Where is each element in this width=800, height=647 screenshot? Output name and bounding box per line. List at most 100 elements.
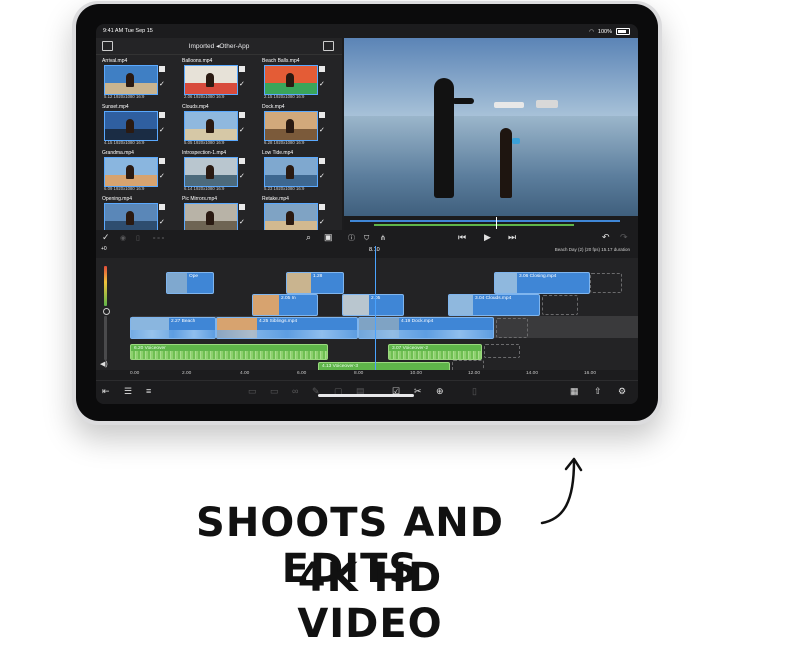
link-icon[interactable]: ∞ — [292, 387, 298, 396]
clip-thumbnail — [184, 111, 238, 141]
audio-meter-right — [104, 316, 107, 360]
time-tick: 4.00 — [240, 371, 250, 376]
clip-label: 2.05 In — [281, 296, 296, 301]
playhead[interactable] — [375, 246, 376, 370]
play-icon[interactable]: ▶ — [484, 233, 491, 242]
adult-arm — [452, 98, 474, 104]
redo-icon[interactable]: ↷ — [620, 233, 628, 242]
home-indicator — [318, 394, 414, 397]
clip-badge-icon — [319, 66, 325, 72]
time-tick: 6.00 — [297, 371, 307, 376]
clip-badge-icon — [159, 66, 165, 72]
import-stack-icon[interactable]: ▣ — [324, 233, 333, 242]
speaker-icon[interactable]: ◀) — [100, 360, 108, 369]
delete-icon[interactable]: ▯ — [472, 387, 477, 396]
media-clip[interactable]: Dock.mp4 6.28 1920x1080 16:9 ✓ — [262, 104, 336, 147]
clip-meta: 6.28 1920x1080 16:9 — [264, 140, 305, 145]
media-clip[interactable]: Low Tide.mp4 5.23 1920x1080 16:9 ✓ — [262, 150, 336, 193]
empty-slot[interactable] — [542, 295, 578, 315]
timeline-clip[interactable]: 3.06 Closing.mp4 — [494, 272, 590, 294]
checkmark-icon: ✓ — [159, 81, 165, 88]
media-clip[interactable]: Grandma.mp4 6.09 1920x1080 16:9 ✓ — [102, 150, 176, 193]
boat-1 — [494, 102, 524, 108]
clip-meta: 5.05 1920x1080 16:9 — [184, 140, 225, 145]
checkmark-icon: ✓ — [319, 173, 325, 180]
browser-title[interactable]: Imported ◂Other-App — [96, 42, 342, 50]
viewer-sea — [344, 116, 638, 216]
browser-header: Imported ◂Other-App — [96, 38, 342, 55]
skip-forward-icon[interactable]: ⏭ — [508, 233, 516, 242]
media-clip[interactable]: Clouds.mp4 5.05 1920x1080 16:9 ✓ — [182, 104, 256, 147]
clip-label: 1.28 — [313, 274, 323, 279]
clip-badge-icon — [159, 158, 165, 164]
mini-audio-bar — [374, 224, 574, 226]
child-ball — [512, 138, 520, 144]
battery-percent: 100% — [597, 28, 612, 35]
checkmark-icon: ✓ — [319, 127, 325, 134]
add-icon[interactable]: ⊕ — [436, 387, 444, 396]
time-tick: 10.00 — [410, 371, 423, 376]
clip-thumbnail — [264, 65, 318, 95]
clip-badge-icon — [239, 112, 245, 118]
timeline-clip[interactable]: 2.05 In — [252, 294, 318, 316]
child-figure — [500, 128, 512, 198]
checkmark-circle-icon[interactable]: ✓ — [102, 233, 110, 242]
search-icon[interactable]: ⌕ — [306, 233, 311, 242]
split-icon[interactable]: ⋔ — [380, 234, 386, 243]
boat-2 — [536, 100, 558, 108]
wifi-icon: ◠ — [589, 28, 594, 35]
settings-icon[interactable]: ⚙ — [618, 387, 626, 396]
audio-clip[interactable]: 6.20 Voiceover — [130, 344, 328, 360]
scissors-icon[interactable]: ✂ — [414, 387, 422, 396]
audio-meter-left — [104, 266, 107, 306]
share-icon[interactable]: ⇧ — [594, 387, 602, 396]
undo-icon[interactable]: ↶ — [602, 233, 610, 242]
timeline-clip[interactable]: 4.19 Dock.mp4 — [358, 317, 494, 339]
clip-label: 3.06 Closing.mp4 — [519, 274, 557, 279]
media-clip[interactable]: Introspection-1.mp4 6.14 1920x1080 16:9 ✓ — [182, 150, 256, 193]
empty-slot[interactable] — [496, 318, 528, 338]
time-tick: 2.00 — [182, 371, 192, 376]
info-icon[interactable]: ⓘ — [348, 234, 355, 243]
clip-badge-icon — [159, 204, 165, 210]
timeline-clip[interactable]: 2.27 Beach — [130, 317, 216, 339]
clip-thumbnail — [184, 157, 238, 187]
timeline-clip[interactable]: 4.25 Siblings.mp4 — [216, 317, 358, 339]
clip-label: Ope — [189, 274, 199, 279]
media-clip[interactable]: Sunset.mp4 4.15 1920x1080 16:9 ✓ — [102, 104, 176, 147]
clip-meta: 6.14 1920x1080 16:9 — [184, 186, 225, 191]
clip-name: Opening.mp4 — [102, 196, 133, 202]
more-icon[interactable]: ∘∘∘ — [152, 234, 165, 243]
marker-icon[interactable]: ⛉ — [364, 234, 369, 243]
media-clip[interactable]: Arrival.mp4 5.12 1920x1080 16:9 ✓ — [102, 58, 176, 101]
timeline-clip[interactable]: 2.05 — [342, 294, 404, 316]
clip-label: 3.04 Clouds.mp4 — [475, 296, 512, 301]
clip-meta: 6.09 1920x1080 16:9 — [104, 186, 145, 191]
timeline-tracks[interactable]: Ope 1.28 3.06 Closing.mp4 2.05 In 2.05 3… — [96, 258, 638, 372]
export-icon[interactable]: ⇤ — [102, 387, 110, 396]
empty-slot[interactable] — [590, 273, 622, 293]
clip-tool-icon[interactable]: ▭ — [248, 387, 257, 396]
media-clip[interactable]: Beach Balls.mp4 2.15 1920x1080 16:9 ✓ — [262, 58, 336, 101]
volume-knob[interactable] — [103, 308, 110, 315]
ipad-screen: 9:41 AM Tue Sep 15 ◠ 100% Imported ◂Othe… — [96, 24, 638, 404]
timeline-clip[interactable]: 1.28 — [286, 272, 344, 294]
media-clip[interactable]: Balloons.mp4 2.06 1920x1080 16:9 ✓ — [182, 58, 256, 101]
video-viewer[interactable] — [344, 38, 638, 216]
list-icon[interactable]: ☰ — [124, 387, 132, 396]
mini-timeline[interactable] — [344, 216, 638, 230]
mini-playhead — [496, 217, 497, 229]
skip-back-icon[interactable]: ⏮ — [458, 233, 466, 242]
timeline-clip[interactable]: 3.04 Clouds.mp4 — [448, 294, 540, 316]
clip-thumbnail — [264, 111, 318, 141]
trash-icon[interactable]: ▯ — [136, 234, 140, 243]
clip-thumbnail — [104, 203, 158, 233]
layers-icon[interactable]: ≡ — [146, 387, 151, 396]
grid-icon[interactable]: ▦ — [570, 387, 579, 396]
import-icon[interactable] — [323, 41, 334, 51]
dot-icon[interactable]: ◉ — [120, 234, 126, 243]
transition-icon[interactable]: ▭ — [270, 387, 279, 396]
audio-clip[interactable]: 3.07 Voiceover-2 — [388, 344, 482, 360]
empty-slot[interactable] — [484, 344, 520, 358]
timeline-clip[interactable]: Ope — [166, 272, 214, 294]
